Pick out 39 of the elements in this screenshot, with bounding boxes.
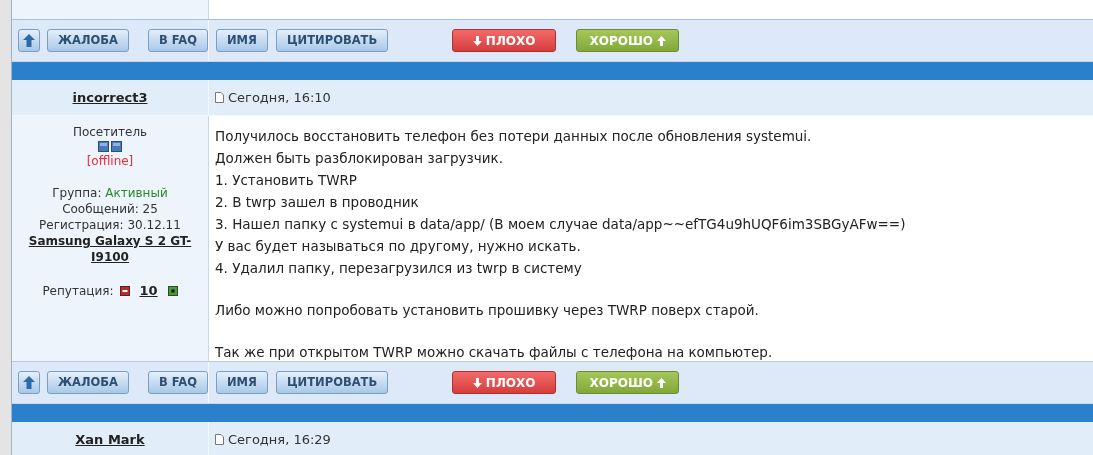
post-date: Сегодня, 16:10	[228, 88, 331, 107]
toolbar-button[interactable]: В FAQ	[148, 29, 208, 52]
group-label: Группа:	[52, 186, 103, 200]
author-link[interactable]: incorrect3	[72, 87, 148, 108]
post-paragraph: Так же при открытом TWRP можно скачать файлы с телефона на компьютер.	[215, 343, 774, 362]
reputation-value[interactable]: 10	[139, 283, 158, 299]
toolbar-button[interactable]: ЖАЛОБА	[47, 371, 129, 394]
post-paragraph: Получилось восстановить телефон без потери данных после обновления systemui. Должен быть разблокирован загрузчик. 1. Установить TWRP 2. В twrp зашел в проводник 3. Нашел папку с systemui в data/app/ (В моем случае data/app~~efTG4u9hUQF6im3SBGyAFw==) У вас будет называться по другому, нужно искать. 4. Удалил папку, перезагрузился из twrp в систему	[215, 127, 907, 278]
post-date: Сегодня, 16:29	[228, 430, 331, 449]
message-count: Сообщений: 25	[62, 201, 158, 217]
dislike-button[interactable]: ПЛОХО	[452, 29, 557, 52]
online-status: [offline]	[86, 153, 134, 169]
user-rank: Посетитель	[72, 124, 148, 140]
group-name: Активный	[105, 186, 168, 200]
post-paragraph: Либо можно попробовать установить прошивку через TWRP поверх старой.	[215, 301, 760, 320]
plus-icon[interactable]	[167, 286, 178, 296]
arrow-up-icon	[656, 377, 666, 388]
toolbar-button[interactable]: ИМЯ	[216, 371, 268, 394]
toolbar-button[interactable]: В FAQ	[148, 371, 208, 394]
scroll-up-button[interactable]	[18, 371, 41, 394]
arrow-up-icon	[656, 35, 666, 46]
reputation-label: Репутация:	[42, 283, 114, 299]
device-link[interactable]: Samsung Galaxy S 2 GT-I9100	[12, 233, 208, 265]
toolbar-button[interactable]: ЖАЛОБА	[47, 29, 129, 52]
document-icon	[215, 434, 224, 445]
minus-icon[interactable]	[119, 286, 130, 296]
arrow-down-icon	[472, 35, 482, 46]
registration-date: Регистрация: 30.12.11	[39, 217, 181, 233]
arrow-down-icon	[472, 377, 482, 388]
toolbar-button[interactable]: ЦИТИРОВАТЬ	[275, 29, 389, 52]
toolbar-button[interactable]: ЦИТИРОВАТЬ	[275, 371, 389, 394]
arrow-up-icon	[23, 376, 35, 389]
author-link[interactable]: Xan Mark	[75, 429, 145, 450]
scroll-up-button[interactable]	[18, 29, 41, 52]
toolbar-button[interactable]: ИМЯ	[216, 29, 268, 52]
dislike-button[interactable]: ПЛОХО	[452, 371, 557, 394]
document-icon	[215, 92, 224, 103]
rank-icon	[98, 141, 122, 152]
arrow-up-icon	[23, 34, 35, 47]
